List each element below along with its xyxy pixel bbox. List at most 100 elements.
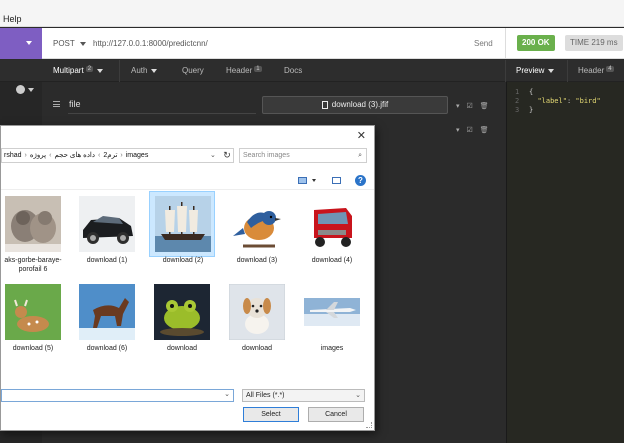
chevron-down-icon[interactable] [28,88,34,92]
file-name: download [167,345,197,352]
time-badge: TIME 219 ms [565,35,623,51]
chevron-right-icon: › [24,152,27,159]
tab-divider [119,60,120,82]
menu-bar: Help [0,0,624,27]
filename-input[interactable]: ⌄ [1,389,234,402]
menu-help[interactable]: Help [3,14,22,24]
tab-response-header[interactable]: Header 4 [578,66,614,75]
status-badge: 200 OK [517,35,555,51]
chevron-down-icon: ⌄ [355,392,361,399]
breadcrumb-item[interactable]: rshad [4,152,22,159]
search-icon: ⌕ [358,152,362,159]
row-actions: ▾ ☑ 🗑 [456,100,496,110]
ship-photo-icon [155,196,211,252]
puppy-photo-icon [229,284,285,340]
file-type-select[interactable]: All Files (*.*) ⌄ [242,389,365,402]
chevron-down-icon [97,68,104,73]
drag-handle-icon[interactable] [53,101,60,107]
json-brace: { [529,88,534,96]
search-input[interactable]: Search images ⌕ [239,148,367,163]
breadcrumb-item[interactable]: داده های حجم [54,152,95,159]
tab-badge: 2 [85,66,94,72]
line-number: 1 [515,88,520,96]
file-item[interactable]: download [224,280,290,352]
tab-query[interactable]: Query [182,66,204,75]
file-name: aks-gorbe-baraye-porofail 6 [4,257,62,273]
file-item[interactable]: download (1) [74,192,140,264]
deer-photo-icon [5,284,61,340]
help-icon[interactable]: ? [355,175,366,186]
chevron-down-icon [26,41,32,45]
url-input[interactable]: http://127.0.0.1:8000/predictcnn/ [93,39,208,48]
view-mode-icon[interactable] [298,177,307,184]
tab-divider [567,60,568,82]
horse-photo-icon [79,284,135,340]
breadcrumb-item[interactable]: پروژه [30,152,46,159]
file-name: download (6) [86,345,128,352]
refresh-icon[interactable]: ↻ [220,148,234,163]
chevron-right-icon: › [120,152,123,159]
chevron-down-icon[interactable]: ▾ [456,126,460,134]
chevron-down-icon[interactable] [312,179,316,182]
checkbox-icon[interactable]: ☑ [467,102,473,110]
file-item[interactable]: download (5) [0,280,66,352]
file-item[interactable]: aks-gorbe-baraye-porofail 6 [0,192,66,273]
trash-icon[interactable]: 🗑 [480,126,489,134]
select-button[interactable]: Select [243,407,299,422]
line-number: 2 [515,97,520,105]
preview-pane-icon[interactable] [332,177,341,184]
json-value: "bird" [575,97,601,105]
response-panel: 1 { 2 "label": "bird" 3} [506,82,624,443]
multipart-row: file download (3).jfif ▾ ☑ 🗑 [50,96,505,114]
chevron-down-icon[interactable]: ▾ [456,102,460,110]
file-item[interactable]: download (4) [299,192,365,264]
file-name: download (4) [311,257,353,264]
json-key: "label" [537,97,567,105]
frog-photo-icon [154,284,210,340]
tab-header[interactable]: Header 1 [226,66,262,75]
breadcrumb-item[interactable]: images [126,152,149,159]
resize-grip[interactable] [366,422,372,428]
row-actions-2: ▾ ☑ 🗑 [456,124,496,134]
field-name-input[interactable]: file [69,99,81,109]
request-bar: POST http://127.0.0.1:8000/predictcnn/ S… [0,28,624,59]
file-item[interactable]: download (3) [224,192,290,264]
tab-docs[interactable]: Docs [284,66,302,75]
cancel-button[interactable]: Cancel [308,407,364,422]
chevron-down-icon[interactable]: ⌄ [210,149,216,162]
tab-multipart[interactable]: Multipart 2 [53,66,104,75]
file-item[interactable]: download (6) [74,280,140,352]
method-dropdown[interactable]: POST [53,39,86,48]
close-icon[interactable]: ✕ [357,129,366,142]
breadcrumb[interactable]: rshad › ترم2›داده های حجم›پروژه › images ⌄ [1,148,234,163]
breadcrumb-item[interactable]: ترم2 [103,152,117,159]
checkbox-icon[interactable]: ☑ [467,126,473,134]
tab-preview[interactable]: Preview [516,66,555,75]
chevron-right-icon: › [98,152,101,159]
trash-icon[interactable]: 🗑 [480,102,489,110]
file-name: download (5) [12,345,54,352]
airplane-photo-icon [304,284,360,340]
file-name: images [320,345,344,352]
workspace-dropdown[interactable] [0,28,42,59]
send-button[interactable]: Send [474,39,493,48]
file-name: download (3) [236,257,278,264]
chevron-down-icon[interactable]: ⌄ [224,390,230,398]
tab-auth[interactable]: Auth [131,66,158,75]
line-number: 3 [515,106,520,114]
chevron-down-icon [79,41,86,46]
gear-icon[interactable] [16,85,25,94]
car-photo-icon [79,196,135,252]
json-brace: } [529,106,534,114]
chevron-down-icon [151,68,158,73]
divider [505,28,506,59]
file-item-selected[interactable]: download (2) [149,191,215,264]
file-item[interactable]: images [299,280,365,352]
truck-photo-icon [304,196,360,252]
file-item[interactable]: download [149,280,215,352]
file-picker-button[interactable]: download (3).jfif [262,96,448,114]
cats-photo-icon [5,196,61,252]
json-colon: : [566,97,572,105]
tab-bar: Multipart 2 Auth Query Header 1 Docs Previ… [0,60,624,82]
document-icon [321,100,328,109]
